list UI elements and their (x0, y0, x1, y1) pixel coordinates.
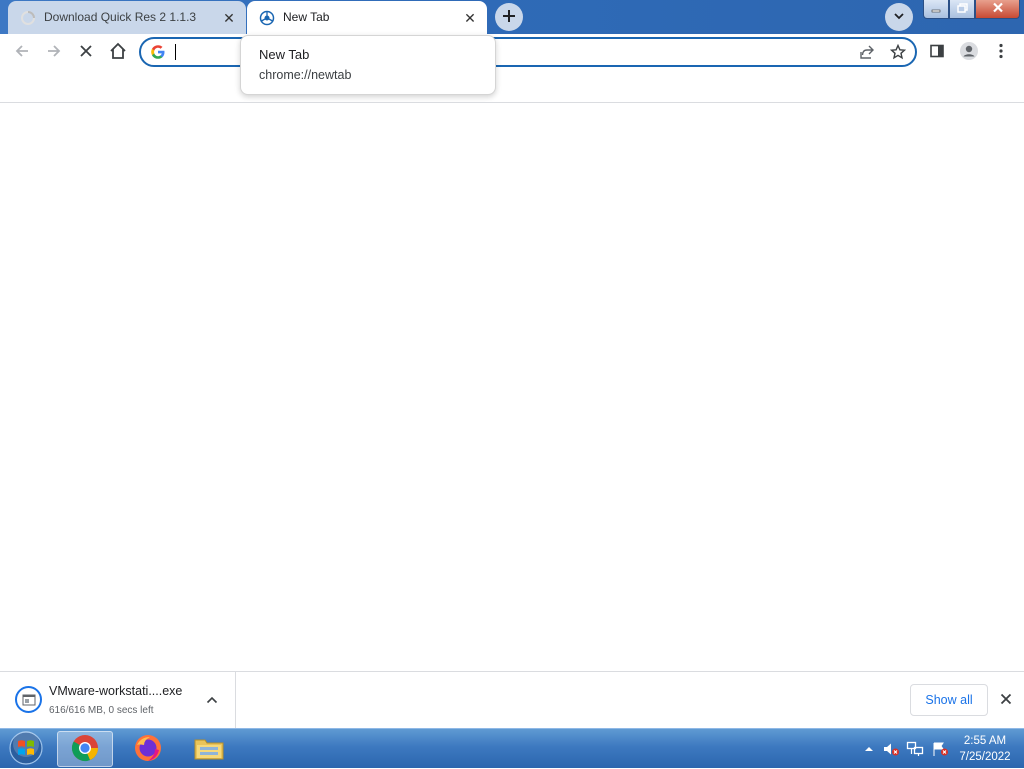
more-vertical-icon (999, 43, 1003, 62)
close-tab-icon[interactable]: ✕ (220, 9, 238, 27)
back-button[interactable] (7, 37, 37, 67)
arrow-left-icon (14, 43, 30, 62)
stop-loading-button[interactable] (71, 37, 101, 67)
home-button[interactable] (103, 37, 133, 67)
file-explorer-icon (193, 734, 225, 765)
page-content[interactable] (0, 104, 1024, 671)
text-cursor (175, 44, 176, 60)
chevron-up-icon[interactable] (202, 690, 222, 710)
browser-menu-button[interactable] (986, 37, 1016, 67)
chrome-newtab-icon (259, 10, 275, 26)
plus-icon (502, 9, 516, 26)
hover-card-url: chrome://newtab (259, 68, 352, 82)
bookmark-button[interactable] (887, 42, 909, 64)
loading-spinner-icon (20, 10, 36, 26)
window-minimize-button[interactable] (923, 0, 949, 19)
side-panel-button[interactable] (922, 37, 952, 67)
download-item[interactable]: VMware-workstati....exe 616/616 MB, 0 se… (0, 672, 236, 728)
bookmark-bar-area (0, 70, 1024, 103)
arrow-right-icon (46, 43, 62, 62)
download-status: 616/616 MB, 0 secs left (49, 705, 154, 716)
window-close-button[interactable] (975, 0, 1020, 19)
hover-card-title: New Tab (259, 47, 310, 62)
profile-button[interactable] (954, 37, 984, 67)
tab-search-button[interactable] (885, 3, 913, 31)
taskbar-chrome[interactable] (57, 731, 113, 767)
side-panel-icon (929, 43, 945, 62)
profile-icon (959, 41, 979, 64)
clock-time: 2:55 AM (963, 735, 1007, 747)
firefox-icon (133, 733, 163, 766)
close-tab-icon[interactable]: ✕ (461, 9, 479, 27)
network-icon[interactable] (906, 740, 924, 758)
taskbar-clock[interactable]: 2:55 AM 7/25/2022 (952, 733, 1018, 765)
close-icon (79, 44, 93, 61)
chevron-down-icon (893, 10, 905, 25)
share-icon (859, 44, 875, 63)
download-file-icon (15, 686, 42, 713)
browser-toolbar (0, 34, 1024, 70)
action-center-alert-icon[interactable] (931, 740, 949, 758)
tab-hover-card: New Tab chrome://newtab (240, 35, 496, 95)
tab-title: Download Quick Res 2 1.1.3 (44, 10, 197, 24)
share-button[interactable] (856, 42, 878, 64)
chrome-icon (71, 734, 99, 765)
home-icon (109, 42, 127, 63)
tray-overflow-chevron-icon[interactable] (860, 740, 878, 758)
tab-title: New Tab (283, 10, 330, 24)
google-g-icon (150, 44, 166, 60)
taskbar: 2:55 AM 7/25/2022 (0, 728, 1024, 768)
window-restore-button[interactable] (949, 0, 975, 19)
forward-button[interactable] (39, 37, 69, 67)
new-tab-button[interactable] (495, 3, 523, 31)
close-icon[interactable] (996, 689, 1016, 709)
download-filename: VMware-workstati....exe (49, 684, 183, 698)
volume-muted-icon[interactable] (882, 740, 900, 758)
start-button[interactable] (4, 730, 48, 768)
browser-tab-strip: Download Quick Res 2 1.1.3 ✕ New Tab ✕ (0, 0, 1024, 34)
taskbar-file-explorer[interactable] (181, 731, 237, 767)
download-shelf: VMware-workstati....exe 616/616 MB, 0 se… (0, 671, 1024, 728)
restore-icon (956, 2, 968, 16)
close-icon (992, 2, 1004, 16)
clock-date: 7/25/2022 (959, 751, 1011, 763)
star-icon (889, 43, 907, 63)
minimize-icon (931, 2, 941, 16)
show-all-downloads-button[interactable]: Show all (910, 684, 988, 716)
taskbar-firefox[interactable] (120, 731, 176, 767)
tab-new-tab[interactable]: New Tab ✕ (247, 1, 487, 34)
tab-download-quick-res[interactable]: Download Quick Res 2 1.1.3 ✕ (8, 1, 246, 34)
windows-start-orb-icon (8, 730, 44, 769)
